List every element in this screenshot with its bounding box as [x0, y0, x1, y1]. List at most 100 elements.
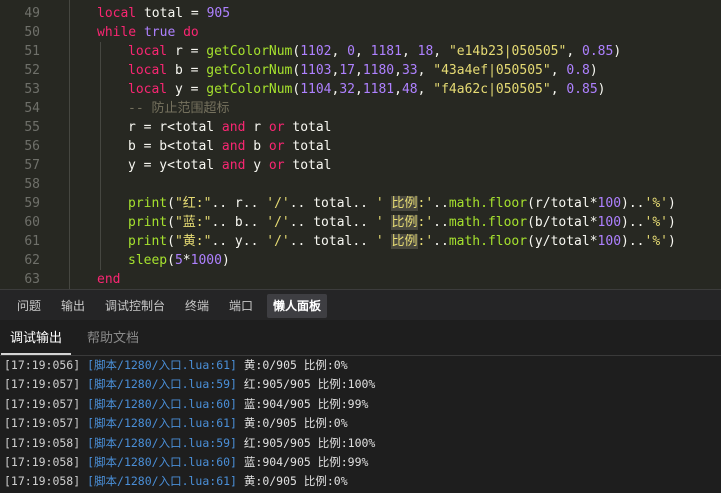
line-number: 54	[24, 101, 40, 116]
code-token: total	[284, 120, 332, 135]
code-token: end	[97, 272, 121, 287]
code-line[interactable]: 53 local y = getColorNum(1104,32,1181,48,…	[0, 80, 721, 99]
code-token: getColorNum	[206, 63, 293, 78]
code-text: local total = 905	[97, 4, 230, 23]
panel-tab-2[interactable]: 调试控制台	[99, 294, 171, 318]
code-token: :'	[417, 196, 434, 211]
code-line[interactable]: 51 local r = getColorNum(1102, 0, 1181, 1…	[0, 42, 721, 61]
code-token: )	[221, 253, 230, 268]
line-number: 51	[24, 44, 40, 59]
code-token: 0.85	[566, 82, 598, 97]
code-token: true	[143, 25, 176, 40]
code-line[interactable]: 50 while true do	[0, 23, 721, 42]
log-message: 黄:0/905 比例:0%	[243, 474, 348, 489]
code-token: ,	[550, 63, 567, 78]
code-line[interactable]: 54 -- 防止范围超标	[0, 99, 721, 118]
code-line[interactable]: 56 b = b<total and b or total	[0, 137, 721, 156]
code-token: 32	[339, 82, 355, 97]
log-source-link[interactable]: [脚本/1280/入口.lua:61]	[87, 358, 237, 372]
code-token: "e14b23|050505"	[448, 44, 567, 59]
code-token: 1180	[362, 63, 395, 78]
code-line[interactable]: 49 local total = 905	[0, 4, 721, 23]
log-source-link[interactable]: [脚本/1280/入口.lua:60]	[87, 455, 237, 469]
code-line[interactable]: 59 print("红:".. r.. '/'.. total.. ' 比例:'.…	[0, 194, 721, 213]
code-token: ,	[355, 82, 363, 97]
log-message: 红:905/905 比例:100%	[243, 377, 376, 392]
code-token: ,	[433, 44, 449, 59]
code-token: ,	[394, 63, 402, 78]
code-line[interactable]: 52 local b = getColorNum(1103,17,1180,33,…	[0, 61, 721, 80]
code-token: )	[597, 82, 606, 97]
debug-output-log[interactable]: [17:19:056] [脚本/1280/入口.lua:61] 黄:0/905 …	[0, 356, 721, 493]
code-line[interactable]: 62 sleep(5*1000)	[0, 251, 721, 270]
log-row: [17:19:057] [脚本/1280/入口.lua:61] 黄:0/905 …	[4, 414, 348, 433]
code-token: "f4a62c|050505"	[433, 82, 551, 97]
code-token: )	[589, 63, 598, 78]
code-token: ..	[433, 215, 449, 230]
log-timestamp: [17:19:058]	[4, 455, 81, 469]
code-token: while	[97, 25, 137, 40]
code-token: '%'	[644, 215, 668, 230]
code-line[interactable]: 61 print("黄:".. y.. '/'.. total.. ' 比例:'.…	[0, 232, 721, 251]
code-line[interactable]: 57 y = y<total and y or total	[0, 156, 721, 175]
sub-tab-1[interactable]: 帮助文档	[78, 320, 148, 355]
code-token: 18	[417, 44, 434, 59]
code-token: math.floor	[448, 196, 528, 211]
code-token: or	[268, 139, 285, 154]
log-timestamp: [17:19:057]	[4, 377, 81, 392]
code-line[interactable]: 58	[0, 175, 721, 194]
code-token: 100	[597, 234, 622, 249]
code-line[interactable]: 55 r = r<total and r or total	[0, 118, 721, 137]
code-token: 100	[597, 215, 622, 230]
log-timestamp: [17:19:057]	[4, 416, 81, 431]
code-token: *	[182, 253, 191, 268]
code-line[interactable]: 63 end	[0, 270, 721, 289]
sub-tab-0[interactable]: 调试输出	[1, 320, 72, 355]
code-token: )..	[621, 234, 645, 249]
log-source-link[interactable]: [脚本/1280/入口.lua:59]	[87, 436, 237, 450]
panel-tab-4[interactable]: 端口	[223, 294, 259, 318]
panel-tab-5[interactable]: 懒人面板	[267, 294, 328, 318]
log-source-link[interactable]: [脚本/1280/入口.lua:59]	[87, 377, 237, 391]
code-token: "红:"	[174, 196, 212, 211]
code-text: b = b<total and b or total	[128, 137, 332, 156]
panel-tab-bar: 问题 输出 调试控制台 终端 端口 懒人面板	[0, 289, 721, 320]
log-message: 红:905/905 比例:100%	[243, 435, 376, 450]
code-text: local b = getColorNum(1103,17,1180,33, "…	[128, 61, 598, 80]
code-token: math.floor	[448, 215, 528, 230]
panel-tab-1[interactable]: 输出	[55, 294, 91, 318]
panel-tab-0[interactable]: 问题	[11, 294, 47, 318]
code-text: print("黄:".. y.. '/'.. total.. ' 比例:'..m…	[128, 232, 676, 251]
code-token: (	[167, 234, 175, 249]
log-timestamp: [17:19:057]	[4, 396, 81, 411]
code-text: print("蓝:".. b.. '/'.. total.. ' 比例:'..m…	[128, 213, 676, 232]
code-token: 0	[347, 44, 355, 59]
code-token: "蓝:"	[174, 215, 212, 230]
code-editor[interactable]: 49 local total = 905 50 while true do 51 loca…	[0, 0, 721, 289]
code-token: local	[128, 44, 168, 59]
code-token: .. total..	[289, 215, 376, 230]
panel-tab-3[interactable]: 终端	[179, 294, 215, 318]
code-text: y = y<total and y or total	[128, 156, 332, 175]
code-token: 48	[401, 82, 418, 97]
line-number: 52	[24, 63, 40, 78]
code-token: total	[284, 158, 332, 173]
code-token: 1104	[300, 82, 332, 97]
log-source-link[interactable]: [脚本/1280/入口.lua:60]	[87, 397, 237, 411]
log-source-link[interactable]: [脚本/1280/入口.lua:61]	[87, 474, 237, 488]
code-token: 1000	[190, 253, 222, 268]
line-number: 58	[24, 177, 40, 192]
code-text: local r = getColorNum(1102, 0, 1181, 18,…	[128, 42, 621, 61]
line-number: 61	[24, 234, 40, 249]
code-line[interactable]: 60 print("蓝:".. b.. '/'.. total.. ' 比例:'.…	[0, 213, 721, 232]
code-text: local y = getColorNum(1104,32,1181,48, "…	[128, 80, 605, 99]
line-number: 60	[24, 215, 40, 230]
code-token: :'	[417, 215, 434, 230]
code-token: '%'	[644, 234, 668, 249]
code-token: ,	[566, 44, 582, 59]
code-token: .. r..	[211, 196, 267, 211]
code-token: 比例	[391, 215, 418, 230]
log-source-link[interactable]: [脚本/1280/入口.lua:61]	[87, 416, 237, 430]
code-token: (y/total*	[527, 234, 598, 249]
